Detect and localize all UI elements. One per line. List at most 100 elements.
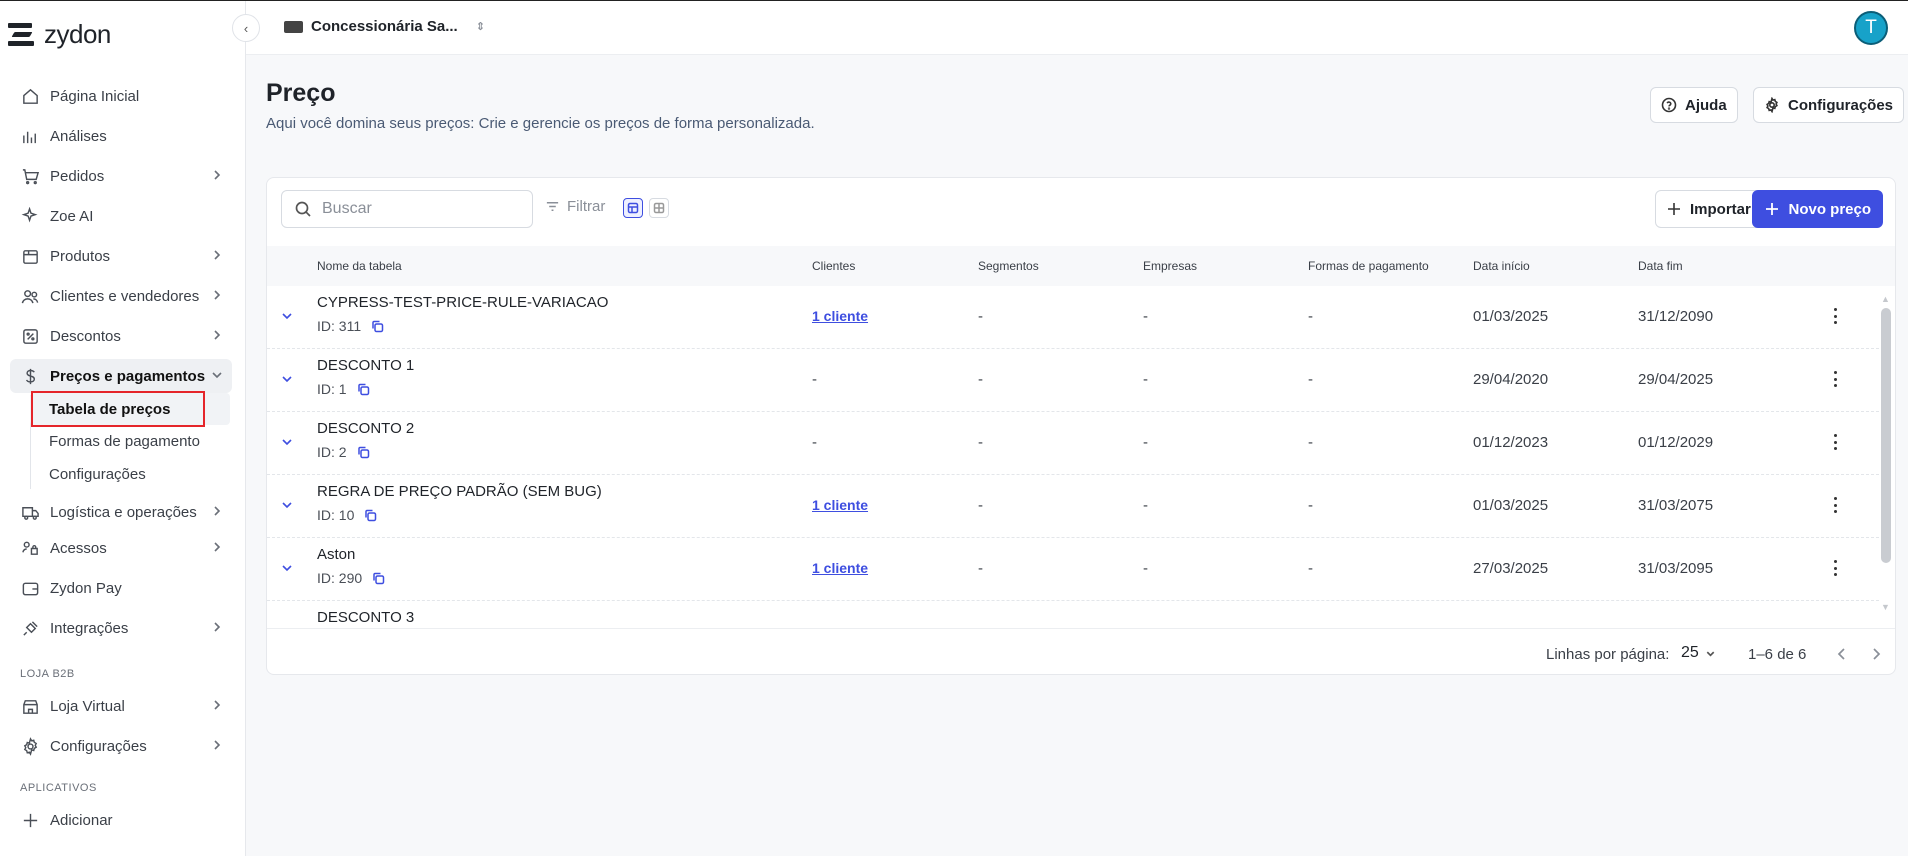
price-table-name: CYPRESS-TEST-PRICE-RULE-VARIACAO — [317, 294, 609, 311]
cell-fim: 31/03/2075 — [1638, 497, 1714, 514]
store-selector[interactable]: Concessionária Sa... ⇕ — [284, 18, 485, 35]
bar-chart-icon — [20, 126, 40, 146]
id-text: ID: 290 — [317, 570, 363, 586]
sidebar-item-label: Logística e operações — [50, 503, 197, 521]
cell-formas: - — [1308, 371, 1313, 388]
section-label-apps: APLICATIVOS — [20, 782, 97, 794]
table-row[interactable]: DESCONTO 2 ID: 2 - - - - 01/12/2023 01/12/2029 — [267, 412, 1879, 475]
gear-icon — [20, 736, 40, 756]
copy-icon — [372, 320, 384, 332]
scroll-up-arrow[interactable]: ▲ — [1881, 294, 1890, 304]
discount-icon — [20, 326, 40, 346]
chevron-right-icon — [210, 168, 224, 182]
grid-view-toggle[interactable] — [649, 198, 669, 218]
sidebar-item-zydon-pay[interactable]: Zydon Pay — [10, 571, 232, 605]
cell-empresas: - — [1143, 308, 1148, 325]
sidebar-item-pedidos[interactable]: Pedidos — [10, 159, 232, 193]
sidebar-subitem-2[interactable]: Configurações — [30, 458, 230, 490]
expand-row-icon[interactable] — [279, 497, 295, 513]
cell-clientes: - — [812, 371, 817, 388]
rows-per-page-select[interactable]: 25 — [1681, 644, 1716, 662]
column-header[interactable]: Data início — [1473, 259, 1530, 273]
row-actions-icon[interactable] — [1831, 306, 1839, 326]
access-icon — [20, 538, 40, 558]
sidebar-subitem-1[interactable]: Formas de pagamento — [30, 425, 230, 457]
chevron-right-icon — [210, 738, 224, 752]
column-header[interactable]: Empresas — [1143, 259, 1197, 273]
cell-inicio: 29/04/2020 — [1473, 371, 1549, 388]
price-table-id: ID: 311 — [317, 318, 384, 334]
plug-icon — [20, 618, 40, 638]
sidebar-item-pagina-inicial[interactable]: Página Inicial — [10, 79, 232, 113]
filter-label: Filtrar — [567, 198, 606, 215]
price-table-id: ID: 1 — [317, 381, 370, 397]
settings-label: Configurações — [1788, 96, 1894, 114]
page-title: Preço — [266, 79, 336, 107]
cart-icon — [20, 166, 40, 186]
plus-icon — [1766, 203, 1779, 215]
brand-logo[interactable]: zydon — [8, 19, 111, 50]
row-actions-icon[interactable] — [1831, 432, 1839, 452]
cell-fim: 01/12/2029 — [1638, 434, 1714, 451]
sidebar-item-precos-e-pagamentos[interactable]: Preços e pagamentos — [10, 359, 232, 393]
row-actions-icon[interactable] — [1831, 495, 1839, 515]
table-view-toggle[interactable] — [623, 198, 643, 218]
table-row[interactable]: DESCONTO 1 ID: 1 - - - - 29/04/2020 29/04/2025 — [267, 349, 1879, 412]
cell-clientes[interactable]: 1 cliente — [812, 308, 868, 324]
avatar[interactable]: T — [1854, 11, 1888, 45]
pagination: Linhas por página: 25 1–6 de 6 — [267, 628, 1895, 674]
new-price-button[interactable]: Novo preço — [1752, 190, 1883, 228]
search-input[interactable]: Buscar — [281, 190, 533, 228]
sidebar-item-integracoes[interactable]: Integrações — [10, 611, 232, 645]
table-row[interactable]: Aston ID: 290 1 cliente - - - 27/03/2025 31/03/… — [267, 538, 1879, 601]
sidebar-item-descontos[interactable]: Descontos — [10, 319, 232, 353]
sidebar-item-label: Zydon Pay — [50, 579, 122, 597]
next-page-button[interactable] — [1868, 646, 1884, 662]
sidebar-item-zoe-ai[interactable]: Zoe AI — [10, 199, 232, 233]
prev-page-button[interactable] — [1834, 646, 1850, 662]
sidebar-item-analises[interactable]: Análises — [10, 119, 232, 153]
expand-row-icon[interactable] — [279, 308, 295, 324]
sidebar-item-label: Página Inicial — [50, 87, 140, 105]
chevron-right-icon — [210, 620, 224, 634]
sidebar-item-acessos[interactable]: Acessos — [10, 531, 232, 565]
sidebar-item-logistica-e-operacoes[interactable]: Logística e operações — [10, 495, 232, 529]
help-button[interactable]: Ajuda — [1650, 87, 1738, 123]
sidebar-item-adicionar[interactable]: Adicionar — [10, 803, 232, 837]
row-actions-icon[interactable] — [1831, 369, 1839, 389]
table-row[interactable]: REGRA DE PREÇO PADRÃO (SEM BUG) ID: 10 1 c… — [267, 475, 1879, 538]
column-header[interactable]: Segmentos — [978, 259, 1039, 273]
scrollbar-thumb[interactable] — [1881, 308, 1891, 563]
updown-chevron-icon: ⇕ — [475, 21, 485, 33]
sidebar-item-b2b-configuracoes[interactable]: Configurações — [10, 729, 232, 763]
chevron-right-icon — [210, 540, 224, 554]
sidebar-item-label: Produtos — [50, 247, 111, 265]
import-button[interactable]: Importar — [1655, 190, 1762, 228]
cell-clientes[interactable]: 1 cliente — [812, 497, 868, 513]
expand-row-icon[interactable] — [279, 434, 295, 450]
row-actions-icon[interactable] — [1831, 558, 1839, 578]
expand-row-icon[interactable] — [279, 371, 295, 387]
store-flag-icon — [284, 20, 303, 33]
table-row[interactable]: CYPRESS-TEST-PRICE-RULE-VARIACAO ID: 311 1… — [267, 286, 1879, 349]
collapse-sidebar-button[interactable]: ‹ — [232, 14, 260, 42]
cell-clientes[interactable]: 1 cliente — [812, 560, 868, 576]
chevron-right-icon — [1873, 648, 1881, 660]
column-header[interactable]: Clientes — [812, 259, 855, 273]
column-header[interactable]: Nome da tabela — [317, 259, 402, 273]
settings-button[interactable]: Configurações — [1753, 87, 1905, 123]
sidebar-item-clientes-e-vendedores[interactable]: Clientes e vendedores — [10, 279, 232, 313]
price-table-name: DESCONTO 2 — [317, 420, 415, 437]
sidebar-item-b2b-loja-virtual[interactable]: Loja Virtual — [10, 689, 232, 723]
id-text: ID: 1 — [317, 381, 347, 397]
expand-row-icon[interactable] — [279, 560, 295, 576]
column-header[interactable]: Data fim — [1638, 259, 1683, 273]
column-header[interactable]: Formas de pagamento — [1308, 259, 1429, 273]
scroll-down-arrow[interactable]: ▼ — [1881, 602, 1890, 612]
table-row[interactable]: DESCONTO 3 — [267, 601, 1879, 628]
filter-button[interactable]: Filtrar — [545, 198, 605, 215]
home-icon — [20, 86, 40, 106]
sidebar-item-produtos[interactable]: Produtos — [10, 239, 232, 273]
cell-segmentos: - — [978, 560, 983, 577]
cell-formas: - — [1308, 497, 1313, 514]
